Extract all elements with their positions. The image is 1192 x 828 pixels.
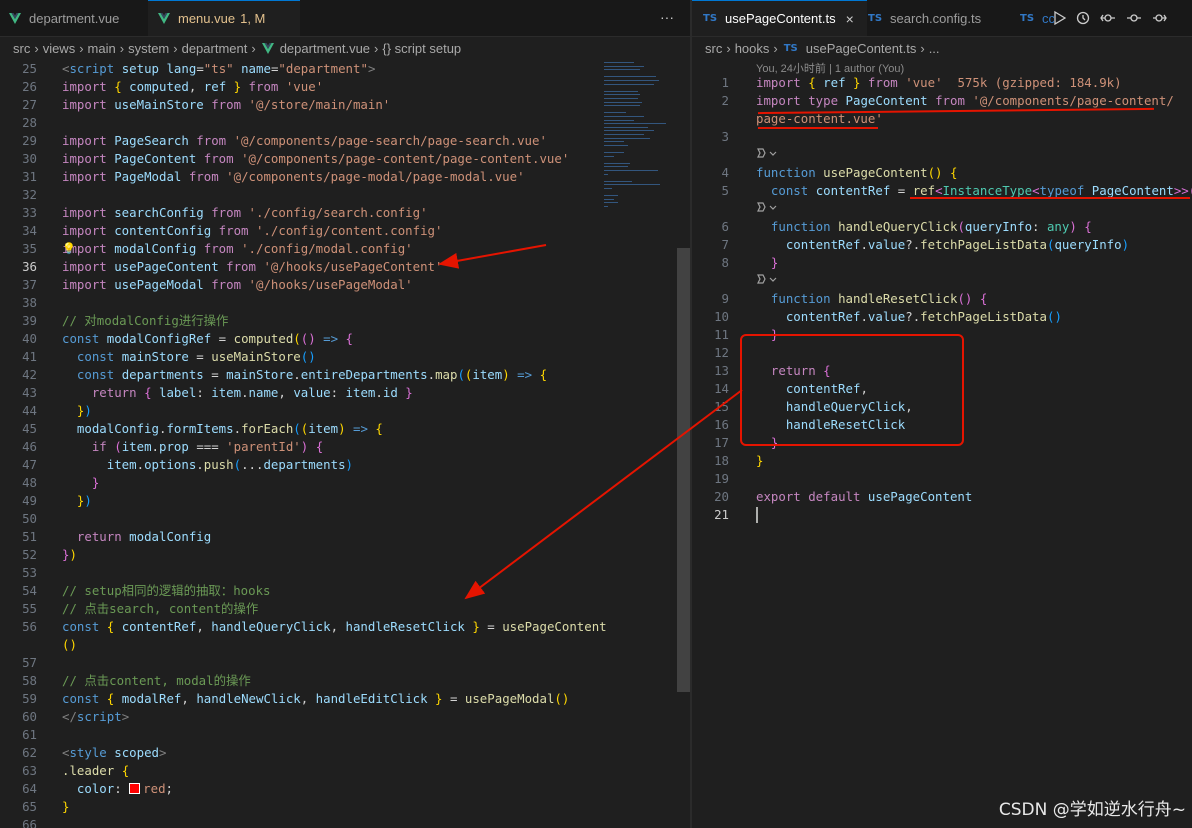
arrow-to-import bbox=[438, 244, 547, 269]
watermark: CSDN @学如逆水行舟~ bbox=[998, 800, 1186, 820]
arrow-to-usage bbox=[464, 389, 743, 600]
annotation-arrows bbox=[438, 244, 743, 600]
